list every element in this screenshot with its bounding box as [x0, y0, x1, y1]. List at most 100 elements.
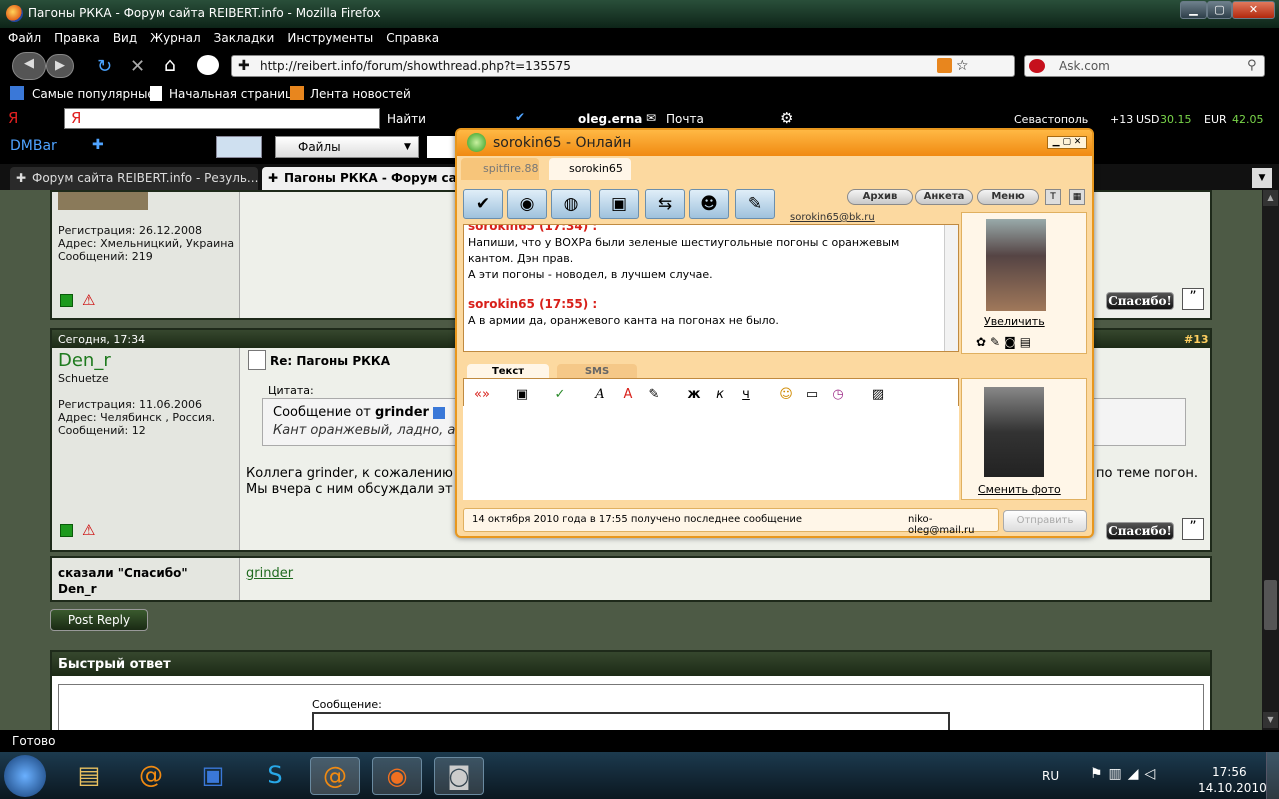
chat-scrollbar[interactable]	[944, 225, 958, 351]
change-photo-link[interactable]: Сменить фото	[978, 483, 1061, 496]
dmbar-preview[interactable]	[216, 136, 262, 158]
menu-history[interactable]: Журнал	[142, 28, 206, 45]
quote-icon[interactable]: ”	[1182, 518, 1204, 540]
clock-time[interactable]: 17:56	[1212, 765, 1247, 779]
username-link[interactable]: Den_r	[58, 350, 111, 371]
menu-bookmarks[interactable]: Закладки	[206, 28, 280, 45]
layout-icon[interactable]: ▦	[1069, 189, 1085, 205]
archive-button[interactable]: Архив	[847, 189, 913, 205]
chat-tab-spitfire[interactable]: spitfire.88	[461, 158, 539, 180]
message-input[interactable]	[463, 406, 959, 500]
yandex-find-button[interactable]: Найти	[387, 112, 426, 126]
tab-list-button[interactable]: ▼	[1252, 168, 1272, 188]
menu-button[interactable]: Меню	[977, 189, 1039, 205]
stop-icon[interactable]: ✕	[130, 56, 145, 77]
alarm-icon[interactable]: ◷	[827, 385, 849, 405]
page-scrollbar[interactable]: ▲ ▼	[1262, 190, 1279, 730]
menu-file[interactable]: Файл	[0, 28, 46, 45]
yandex-user[interactable]: oleg.erna	[578, 112, 642, 126]
screenshot-icon[interactable]: ▨	[867, 385, 889, 405]
menu-edit[interactable]: Правка	[46, 28, 105, 45]
scroll-thumb[interactable]	[1264, 580, 1277, 630]
underline-icon[interactable]: ч	[735, 385, 757, 405]
smiley-icon[interactable]: ☺	[775, 385, 797, 405]
back-icon[interactable]: ◀	[12, 52, 46, 80]
report-icon[interactable]: ⚠	[82, 522, 98, 538]
games-icon[interactable]: ◍	[551, 189, 591, 219]
chat-history[interactable]: sorokin65 (17:34) : Напиши, что у ВОХРа …	[463, 224, 959, 352]
italic-icon[interactable]: к	[709, 385, 731, 405]
speech-bubble-icon[interactable]	[197, 55, 219, 75]
spellcheck-icon[interactable]: ✓	[549, 385, 571, 405]
enlarge-link[interactable]: Увеличить	[984, 315, 1045, 328]
tray-icons[interactable]: ⚑▥◢◁	[1090, 766, 1161, 782]
start-button[interactable]	[4, 755, 46, 797]
files-dropdown[interactable]: Файлы ▼	[275, 136, 419, 158]
bookmark-start-page[interactable]: Начальная страница	[169, 87, 301, 101]
explorer-icon[interactable]: ▤	[64, 757, 114, 795]
quote-icon[interactable]: ”	[1182, 288, 1204, 310]
contacts-icon[interactable]: ☻	[689, 189, 729, 219]
thanks-button[interactable]: Спасибо!	[1106, 292, 1174, 310]
url-bar[interactable]: ✚ http://reibert.info/forum/showthread.p…	[231, 55, 1015, 77]
dmbar-field[interactable]	[427, 136, 457, 158]
mail-agent-icon[interactable]: @	[126, 757, 176, 795]
font-icon[interactable]: A	[589, 385, 611, 405]
menu-tools[interactable]: Инструменты	[279, 28, 378, 45]
font-color-icon[interactable]: A	[617, 385, 639, 405]
search-input[interactable]: Ask.com ⚲	[1024, 55, 1265, 77]
rss-icon[interactable]	[937, 58, 952, 73]
menu-help[interactable]: Справка	[378, 28, 444, 45]
forward-icon[interactable]: ▶	[46, 54, 74, 78]
minimize-button[interactable]: ▁	[1180, 1, 1207, 19]
status-check-icon[interactable]: ✔	[463, 189, 503, 219]
tv-icon[interactable]: ▭	[801, 385, 823, 405]
pin-icon[interactable]: T	[1045, 189, 1061, 205]
gear-icon[interactable]: ⚙	[780, 109, 793, 127]
quote-marks-icon[interactable]: «»	[471, 385, 493, 405]
yandex-search-input[interactable]: Я	[64, 108, 380, 129]
skype-icon[interactable]: S	[250, 757, 300, 795]
agent-window-controls[interactable]: ▁ ▢ ✕	[1047, 136, 1087, 149]
post-number[interactable]: #13	[1184, 333, 1209, 346]
home-icon[interactable]: ⌂	[164, 54, 176, 76]
star-icon[interactable]: ☆	[956, 56, 969, 76]
reload-icon[interactable]: ↻	[97, 56, 112, 77]
yandex-mail[interactable]: Почта	[666, 112, 704, 126]
maximize-button[interactable]: ▢	[1207, 1, 1232, 19]
firefox-taskbar-icon[interactable]: ◉	[372, 757, 422, 795]
add-icon[interactable]: ✚	[92, 137, 104, 153]
message-textarea[interactable]	[312, 712, 950, 730]
scroll-up-icon[interactable]: ▲	[1263, 190, 1278, 206]
transfer-icon[interactable]: ⇆	[645, 189, 685, 219]
chat-bubble-icon[interactable]: ✎	[735, 189, 775, 219]
post-reply-button[interactable]: Post Reply	[50, 609, 148, 631]
language-indicator[interactable]: RU	[1042, 769, 1059, 783]
tab-search-results[interactable]: ✚ Форум сайта REIBERT.info - Резуль...	[10, 167, 258, 190]
template-icon[interactable]: ▣	[511, 385, 533, 405]
scroll-down-icon[interactable]: ▼	[1263, 712, 1278, 728]
contact-actions-icons[interactable]: ✿✎◙▤	[976, 335, 1035, 349]
close-button[interactable]: ✕	[1232, 1, 1275, 19]
thanks-button[interactable]: Спасибо!	[1106, 522, 1174, 540]
bookmark-news-feed[interactable]: Лента новостей	[310, 87, 411, 101]
bold-icon[interactable]: ж	[683, 385, 705, 405]
profile-button[interactable]: Анкета	[915, 189, 973, 205]
save-icon[interactable]: ▣	[599, 189, 639, 219]
webcam-icon[interactable]: ◉	[507, 189, 547, 219]
view-post-icon[interactable]	[433, 407, 445, 419]
show-desktop-button[interactable]	[1266, 752, 1279, 799]
report-icon[interactable]: ⚠	[82, 292, 98, 308]
camera-app-icon[interactable]: ◙	[434, 757, 484, 795]
check-icon[interactable]: ✔	[515, 110, 525, 124]
contact-email[interactable]: sorokin65@bk.ru	[790, 212, 875, 223]
send-button[interactable]: Отправить	[1003, 510, 1087, 532]
chat-tab-sorokin[interactable]: sorokin65	[549, 158, 631, 180]
search-icon[interactable]: ⚲	[1247, 56, 1257, 76]
highlight-icon[interactable]: ✎	[643, 385, 665, 405]
clock-date[interactable]: 14.10.2010	[1198, 781, 1267, 795]
bookmark-most-visited[interactable]: Самые популярные	[32, 87, 155, 101]
menu-view[interactable]: Вид	[105, 28, 142, 45]
mail-agent-active-icon[interactable]: @	[310, 757, 360, 795]
tab-active[interactable]: ✚ Пагоны РККА - Форум сайта	[262, 167, 462, 190]
